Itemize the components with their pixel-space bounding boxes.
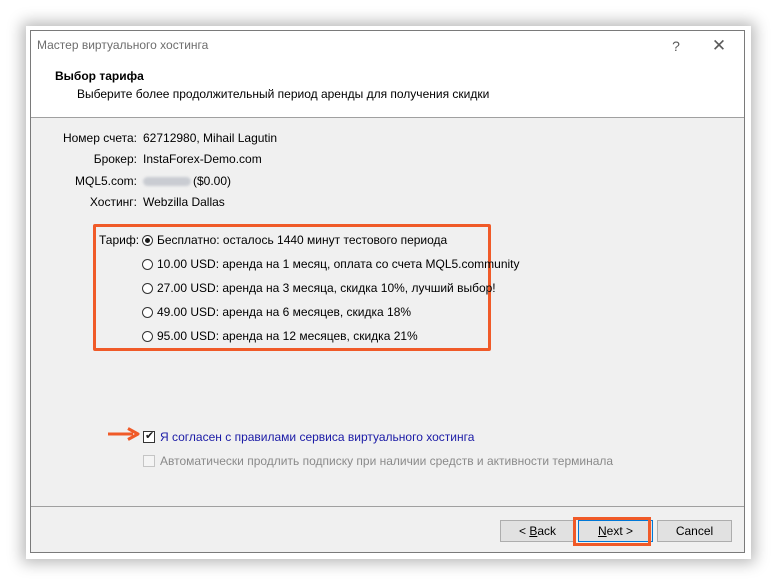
broker-value: InstaForex-Demo.com xyxy=(143,152,262,166)
tariff-option-label: Бесплатно: осталось 1440 минут тестового… xyxy=(157,233,448,247)
tariff-option-label: 10.00 USD: аренда на 1 месяц, оплата со … xyxy=(157,257,520,271)
back-button-prefix: < xyxy=(518,524,530,538)
tariff-label: Тариф: xyxy=(99,233,140,247)
mql5-value: ($0.00) xyxy=(143,174,231,188)
tariff-option-3-months[interactable]: 27.00 USD: аренда на 3 месяца, скидка 10… xyxy=(142,280,496,296)
page-subtitle: Выберите более продолжительный период ар… xyxy=(77,87,490,101)
mql5-label: MQL5.com: xyxy=(74,174,137,188)
tariff-option-label: 49.00 USD: аренда на 6 месяцев, скидка 1… xyxy=(157,305,412,319)
next-highlight-frame xyxy=(573,517,651,546)
tariff-option-1-month[interactable]: 10.00 USD: аренда на 1 месяц, оплата со … xyxy=(142,256,520,272)
hosting-wizard-dialog: Мастер виртуального хостинга ? ✕ Выбор т… xyxy=(30,30,745,553)
page-title: Выбор тарифа xyxy=(55,69,144,83)
title-bar[interactable]: Мастер виртуального хостинга ? ✕ xyxy=(31,31,744,61)
hosting-label: Хостинг: xyxy=(89,195,137,209)
radio-button[interactable] xyxy=(142,330,153,342)
agree-checkbox[interactable]: ✔ xyxy=(143,430,155,443)
broker-label: Брокер: xyxy=(93,152,137,166)
hosting-value: Webzilla Dallas xyxy=(143,195,225,209)
window-title: Мастер виртуального хостинга xyxy=(37,38,209,52)
mql5-balance: ($0.00) xyxy=(193,174,232,188)
tariff-option-6-months[interactable]: 49.00 USD: аренда на 6 месяцев, скидка 1… xyxy=(142,304,411,320)
tariff-option-label: 27.00 USD: аренда на 3 месяца, скидка 10… xyxy=(157,281,496,295)
back-button[interactable]: < Back xyxy=(500,520,575,542)
back-button-text: ack xyxy=(537,524,557,538)
close-button[interactable]: ✕ xyxy=(699,31,739,61)
radio-button[interactable] xyxy=(142,258,153,270)
cancel-button[interactable]: Cancel xyxy=(657,520,732,542)
tariff-option-12-months[interactable]: 95.00 USD: аренда на 12 месяцев, скидка … xyxy=(142,328,418,344)
agree-terms-label[interactable]: Я согласен с правилами сервиса виртуальн… xyxy=(160,430,474,444)
tariff-option-free[interactable]: Бесплатно: осталось 1440 минут тестового… xyxy=(142,232,447,248)
radio-button[interactable] xyxy=(142,306,153,318)
wizard-header: Выбор тарифа Выберите более продолжитель… xyxy=(31,61,744,118)
background-residue xyxy=(36,546,426,554)
account-number-value: 62712980, Mihail Lagutin xyxy=(143,131,278,145)
radio-button-selected[interactable] xyxy=(142,234,153,246)
auto-renew-label: Автоматически продлить подписку при нали… xyxy=(160,454,614,468)
arrow-right-icon xyxy=(108,427,140,441)
auto-renew-checkbox[interactable] xyxy=(143,455,155,467)
footer-divider xyxy=(31,506,744,507)
blurred-login xyxy=(143,177,191,187)
checkmark-icon: ✔ xyxy=(145,430,155,442)
radio-button[interactable] xyxy=(142,282,153,294)
tariff-option-label: 95.00 USD: аренда на 12 месяцев, скидка … xyxy=(157,329,418,343)
help-button[interactable]: ? xyxy=(656,31,696,61)
account-number-label: Номер счета: xyxy=(62,131,137,145)
